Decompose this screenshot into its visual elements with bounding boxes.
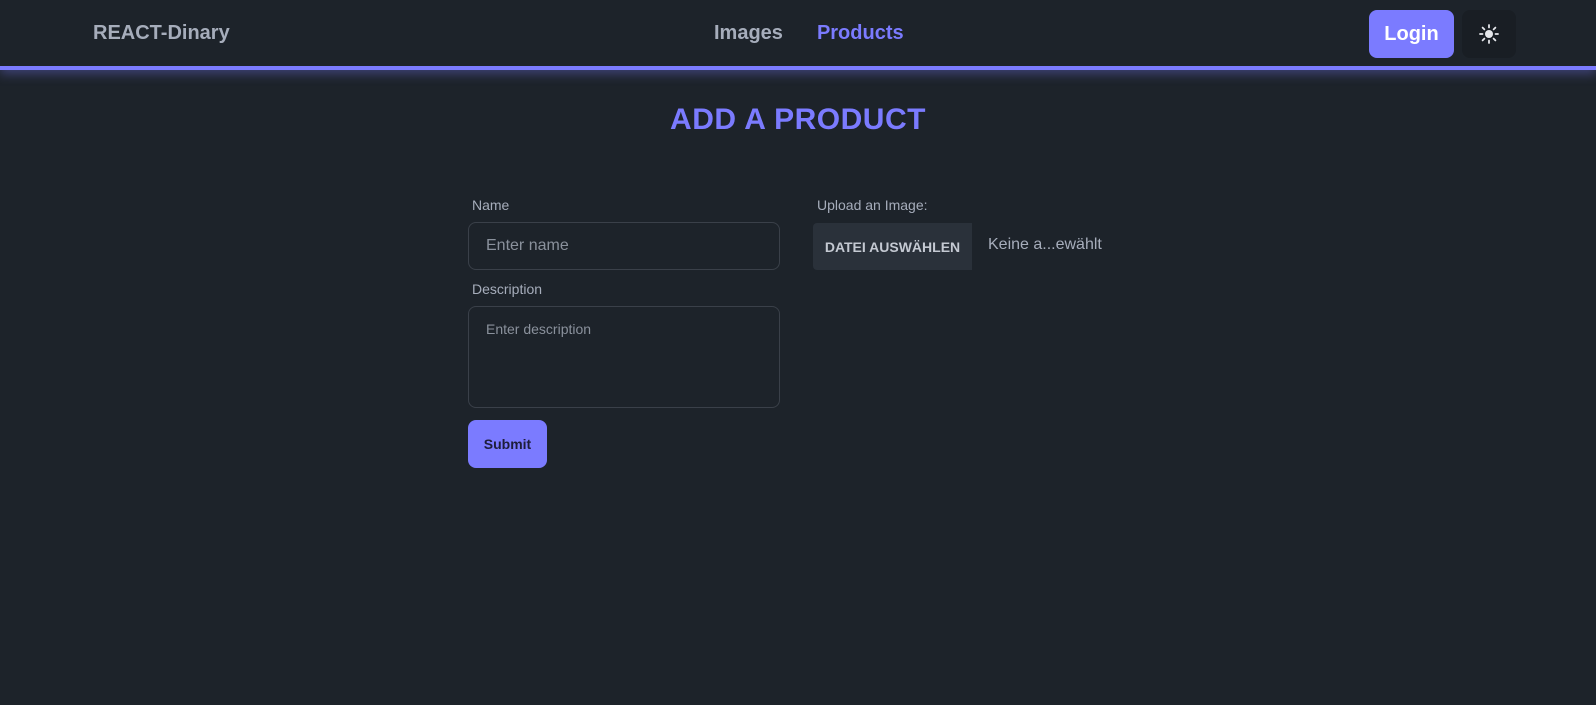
sun-icon [1479, 24, 1499, 44]
choose-file-button[interactable]: DATEI AUSWÄHLEN [813, 223, 972, 270]
submit-button[interactable]: Submit [468, 420, 547, 468]
name-label: Name [472, 197, 510, 213]
login-button[interactable]: Login [1369, 10, 1454, 58]
navbar: REACT-Dinary Images Products Login [0, 0, 1596, 70]
description-textarea[interactable] [468, 306, 780, 408]
page-title: ADD A PRODUCT [670, 103, 926, 136]
brand-link[interactable]: REACT-Dinary [93, 22, 230, 45]
nav-link-products[interactable]: Products [817, 22, 904, 45]
description-label: Description [472, 281, 543, 297]
nav-links: Images Products [714, 22, 904, 45]
theme-toggle-button[interactable] [1462, 10, 1516, 58]
nav-link-images[interactable]: Images [714, 22, 783, 45]
file-status-text: Keine a...ewählt [988, 236, 1102, 253]
upload-label: Upload an Image: [817, 197, 928, 213]
name-input[interactable] [468, 222, 780, 270]
